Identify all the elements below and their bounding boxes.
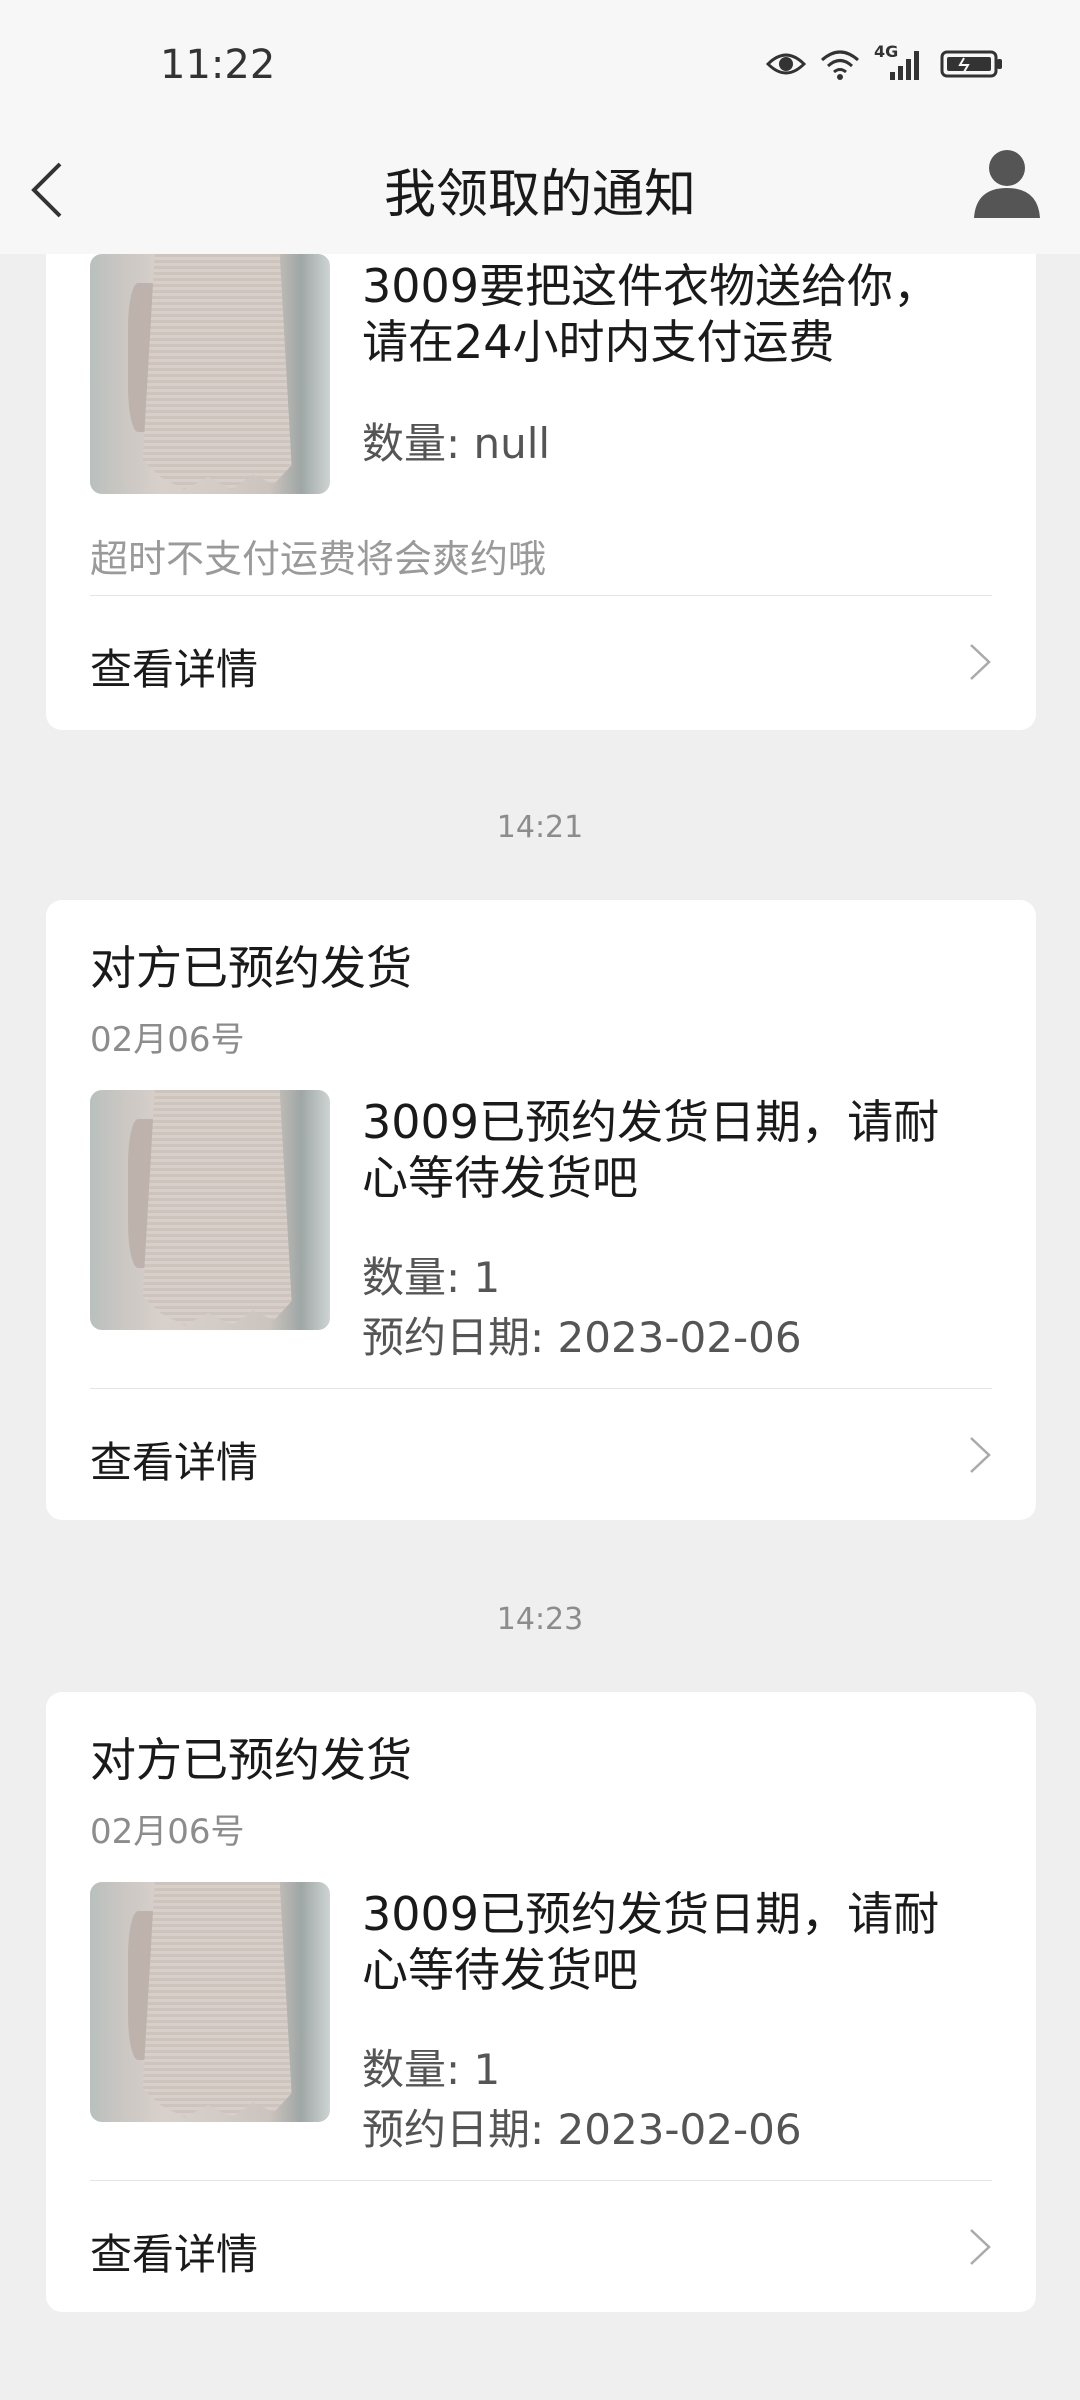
chevron-right-icon [970,1437,991,1473]
appointment-date-text: 预约日期: 2023-02-06 [362,2105,802,2154]
notification-date: 02月06号 [90,1020,245,1060]
view-details-button[interactable]: 查看详情 [46,596,1036,726]
view-details-label: 查看详情 [90,645,259,694]
nav-bar: 我领取的通知 [0,120,1080,254]
quantity-text: 数量: 1 [362,1253,501,1302]
notification-message: 3009要把这件衣物送给你，请在24小时内支付运费 [362,259,940,369]
clothing-thumbnail[interactable] [90,1090,330,1330]
quantity-text: 数量: null [362,419,551,468]
notification-message: 3009已预约发货日期，请耐心等待发货吧 [362,1095,940,1205]
notification-title: 对方已预约发货 [90,1733,412,1787]
notification-title: 对方已预约发货 [90,941,412,995]
status-bar: 11:22 4G [0,0,1080,136]
eye-icon [766,53,806,75]
view-details-button[interactable]: 查看详情 [46,2181,1036,2311]
battery-icon [940,50,1002,78]
signal-icon: 4G [874,42,926,82]
clothing-thumbnail[interactable] [90,254,330,494]
chevron-right-icon [970,2229,991,2265]
notification-card: 3009要把这件衣物送给你，请在24小时内支付运费 数量: null 超时不支付… [46,200,1036,730]
notification-card: 对方已预约发货 02月06号 3009已预约发货日期，请耐心等待发货吧 数量: … [46,1692,1036,2312]
timestamp: 14:21 [496,810,584,845]
view-details-label: 查看详情 [90,2230,259,2279]
status-icons: 4G [766,42,1004,82]
chevron-right-icon [970,644,991,680]
notification-date: 02月06号 [90,1812,245,1852]
wifi-icon [821,50,859,80]
notification-message: 3009已预约发货日期，请耐心等待发货吧 [362,1887,940,1997]
view-details-button[interactable]: 查看详情 [46,1389,1036,1519]
status-time: 11:22 [160,42,276,88]
clothing-thumbnail[interactable] [90,1882,330,2122]
view-details-label: 查看详情 [90,1438,259,1487]
timeout-note: 超时不支付运费将会爽约哦 [90,537,547,581]
appointment-date-text: 预约日期: 2023-02-06 [362,1313,802,1362]
quantity-text: 数量: 1 [362,2045,501,2094]
notification-card: 对方已预约发货 02月06号 3009已预约发货日期，请耐心等待发货吧 数量: … [46,900,1036,1520]
timestamp: 14:23 [496,1602,584,1637]
page-title: 我领取的通知 [383,165,696,225]
user-icon[interactable] [972,146,1042,218]
